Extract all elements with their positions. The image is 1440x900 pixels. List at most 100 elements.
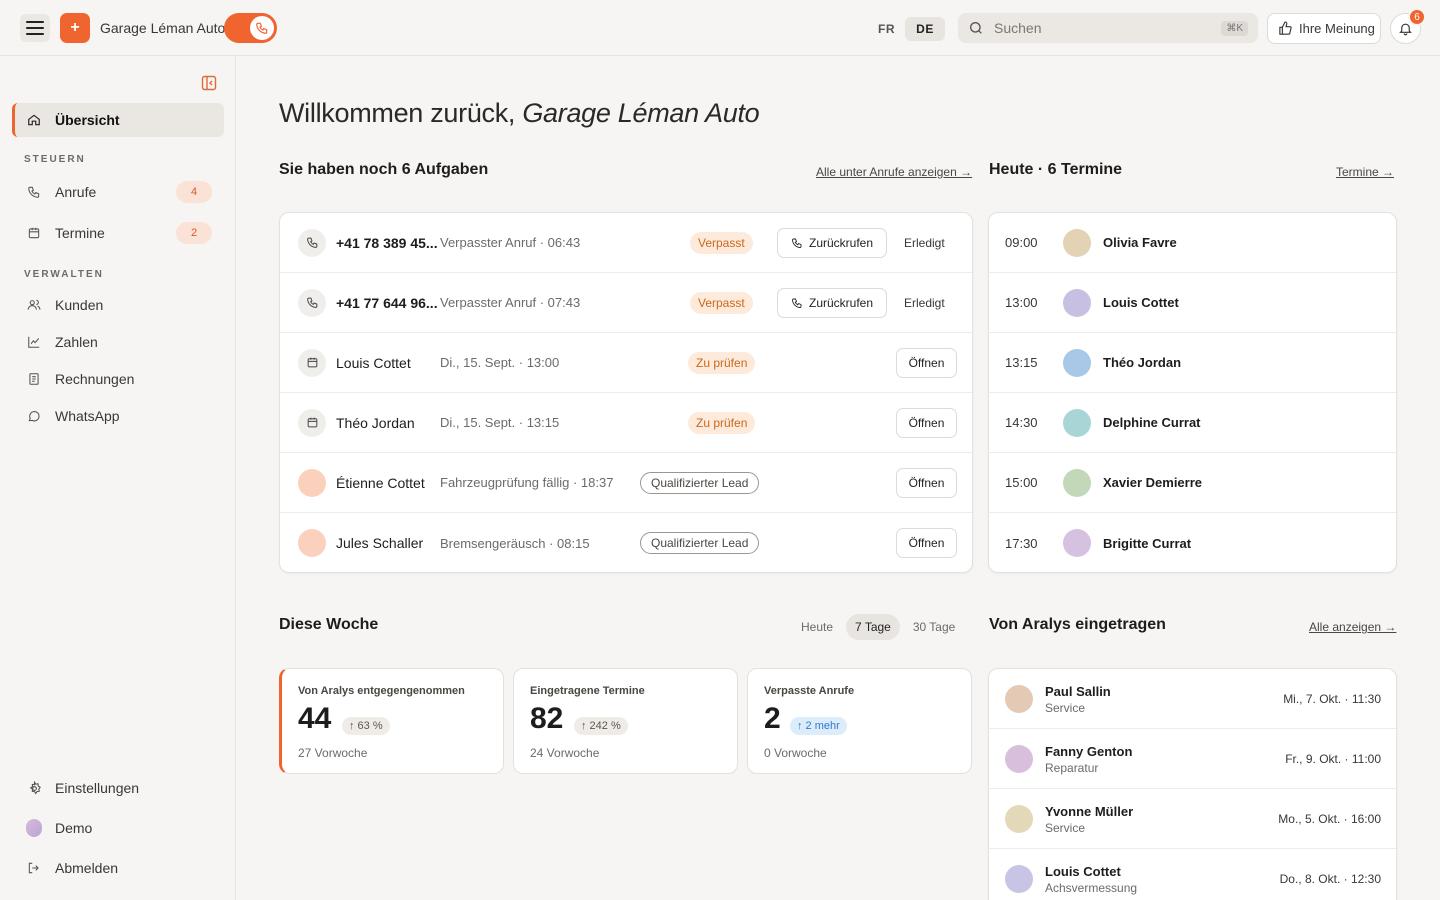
task-description: Verpasster Anruf · 06:43	[440, 235, 581, 250]
booked-date: Mo., 5. Okt. · 16:00	[1278, 812, 1381, 826]
sidebar-item-settings[interactable]: Einstellungen	[12, 771, 224, 805]
list-item[interactable]: Paul Sallin Service Mi., 7. Okt. · 11:30	[989, 669, 1396, 729]
sidebar-item-whatsapp[interactable]: WhatsApp	[12, 399, 224, 433]
tasks-view-all-link[interactable]: Alle unter Anrufe anzeigen →	[816, 165, 972, 179]
lang-de-button[interactable]: DE	[905, 17, 945, 41]
stat-card-booked: Eingetragene Termine 82 ↑ 242 % 24 Vorwo…	[513, 668, 738, 774]
appointment-time: 15:00	[1005, 475, 1038, 490]
list-item[interactable]: 17:30 Brigitte Currat	[989, 513, 1396, 572]
avatar	[26, 819, 42, 837]
feedback-label: Ihre Meinung	[1299, 21, 1375, 36]
avatar	[298, 468, 326, 497]
list-item[interactable]: 14:30 Delphine Currat	[989, 393, 1396, 453]
page-title: Willkommen zurück, Garage Léman Auto	[279, 98, 760, 128]
list-item[interactable]: Louis Cottet Achsvermessung Do., 8. Okt.…	[989, 849, 1396, 900]
sidebar-item-invoices[interactable]: Rechnungen	[12, 362, 224, 396]
phone-icon	[792, 298, 802, 308]
booked-card: Paul Sallin Service Mi., 7. Okt. · 11:30…	[988, 668, 1397, 900]
menu-icon[interactable]	[20, 14, 50, 42]
task-description: Fahrzeugprüfung fällig · 18:37	[440, 475, 614, 490]
booked-type: Achsvermessung	[1045, 881, 1138, 895]
avatar	[1005, 685, 1033, 713]
avatar	[298, 529, 326, 557]
open-button[interactable]: Öffnen	[896, 528, 957, 558]
avatar	[1063, 348, 1091, 377]
avatar	[1063, 529, 1091, 557]
stat-previous: 0 Vorwoche	[764, 746, 827, 760]
collapse-sidebar-icon[interactable]	[201, 75, 217, 91]
feedback-button[interactable]: Ihre Meinung	[1267, 13, 1381, 44]
appointment-time: 13:00	[1005, 295, 1038, 310]
open-button[interactable]: Öffnen	[896, 347, 957, 378]
appointment-name: Olivia Favre	[1103, 235, 1177, 250]
users-icon	[26, 297, 42, 313]
avatar	[1063, 228, 1091, 257]
sidebar-item-overview[interactable]: Übersicht	[12, 103, 224, 137]
list-item[interactable]: 13:00 Louis Cottet	[989, 273, 1396, 333]
stat-change-badge: ↑ 242 %	[574, 717, 628, 735]
appointment-time: 17:30	[1005, 535, 1038, 551]
sidebar-item-label: Anrufe	[55, 184, 97, 200]
stat-label: Von Aralys entgegengenommen	[298, 685, 465, 697]
stat-change-badge: ↑ 63 %	[342, 717, 390, 735]
sidebar-item-logout[interactable]: Abmelden	[12, 851, 224, 885]
sidebar-item-customers[interactable]: Kunden	[12, 288, 224, 322]
status-badge: Zu prüfen	[688, 411, 756, 434]
open-button[interactable]: Öffnen	[896, 407, 957, 438]
appointment-time: 14:30	[1005, 415, 1038, 430]
list-item[interactable]: Yvonne Müller Service Mo., 5. Okt. · 16:…	[989, 789, 1396, 849]
sidebar-item-label: Kunden	[55, 297, 104, 313]
task-name: Jules Schaller	[336, 535, 424, 551]
chart-icon	[26, 334, 42, 350]
list-item[interactable]: 15:00 Xavier Demierre	[989, 453, 1396, 513]
table-row: Étienne Cottet Fahrzeugprüfung fällig · …	[280, 453, 972, 513]
tab-7-days[interactable]: 7 Tage	[846, 614, 900, 640]
table-row: Jules Schaller Bremsengeräusch · 08:15 Q…	[280, 513, 972, 572]
status-badge: Verpasst	[690, 291, 753, 314]
stat-label: Eingetragene Termine	[530, 685, 645, 697]
done-button[interactable]: Erledigt	[904, 296, 945, 310]
callback-button[interactable]: Zurückrufen	[777, 227, 887, 258]
tab-today[interactable]: Heute	[792, 614, 842, 640]
notifications-button[interactable]: 6	[1390, 8, 1426, 44]
thumbs-up-icon	[1279, 21, 1292, 35]
stat-change-badge: ↑ 2 mehr	[790, 717, 847, 735]
open-button[interactable]: Öffnen	[896, 467, 957, 498]
lang-fr-button[interactable]: FR	[870, 17, 903, 41]
phone-icon	[792, 238, 802, 248]
sidebar-item-label: Zahlen	[55, 334, 98, 350]
tasks-heading: Sie haben noch 6 Aufgaben	[279, 161, 489, 178]
sidebar-item-numbers[interactable]: Zahlen	[12, 325, 224, 359]
sidebar-item-demo[interactable]: Demo	[12, 811, 224, 845]
list-item[interactable]: 09:00 Olivia Favre	[989, 213, 1396, 273]
appointments-link[interactable]: Termine →	[1336, 165, 1394, 179]
task-description: Di., 15. Sept. · 13:00	[440, 355, 560, 370]
sidebar-item-appointments[interactable]: Termine 2	[12, 216, 224, 250]
stat-previous: 27 Vorwoche	[298, 746, 368, 760]
list-item[interactable]: Fanny Genton Reparatur Fr., 9. Okt. · 11…	[989, 729, 1396, 789]
tab-30-days[interactable]: 30 Tage	[904, 614, 965, 640]
task-description: Di., 15. Sept. · 13:15	[440, 415, 560, 430]
booked-name: Yvonne Müller	[1045, 804, 1134, 819]
booked-view-all-link[interactable]: Alle anzeigen →	[1309, 620, 1396, 634]
appointment-name: Delphine Currat	[1103, 415, 1201, 430]
calendar-icon	[298, 408, 326, 437]
callback-button[interactable]: Zurückrufen	[777, 287, 887, 318]
avatar	[1063, 468, 1091, 497]
call-toggle[interactable]	[224, 13, 277, 43]
sidebar-item-label: Abmelden	[55, 860, 119, 876]
status-badge: Verpasst	[690, 231, 753, 254]
brand-name: Garage Léman Auto	[100, 20, 226, 36]
stat-value: 44	[298, 702, 332, 735]
done-button[interactable]: Erledigt	[904, 236, 945, 250]
home-icon	[26, 112, 42, 128]
today-appointments-card: 09:00 Olivia Favre 13:00 Louis Cottet 13…	[988, 212, 1397, 573]
list-item[interactable]: 13:15 Théo Jordan	[989, 333, 1396, 393]
sidebar-item-calls[interactable]: Anrufe 4	[12, 175, 224, 209]
logout-icon	[26, 860, 42, 876]
status-badge: Qualifizierter Lead	[640, 471, 760, 494]
appointment-time: 13:15	[1005, 355, 1038, 370]
status-badge: Zu prüfen	[688, 351, 756, 374]
search-input[interactable]: Suchen ⌘K	[958, 13, 1258, 43]
booked-date: Do., 8. Okt. · 12:30	[1279, 872, 1381, 886]
